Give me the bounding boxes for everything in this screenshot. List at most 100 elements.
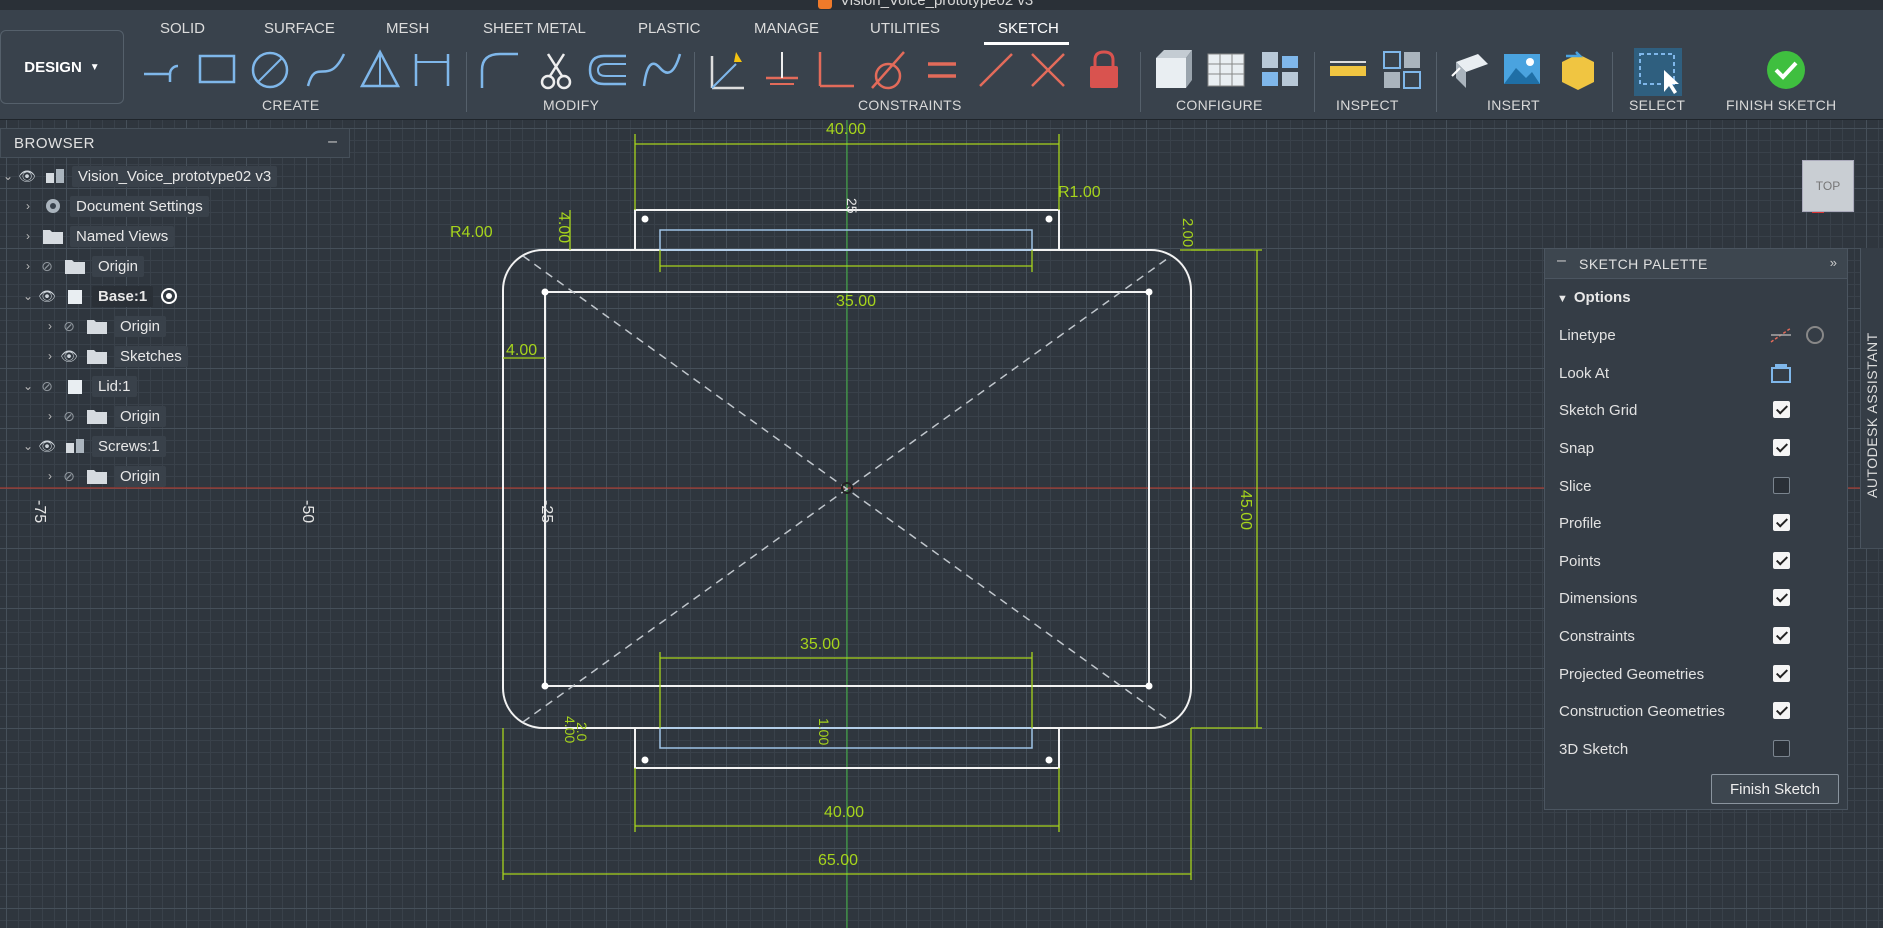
linetype-centerline-icon[interactable]	[1803, 324, 1827, 346]
configure-parameters-icon[interactable]	[1152, 48, 1196, 92]
dim-40-top[interactable]: 40.00	[826, 121, 866, 139]
tab-sketch[interactable]: SKETCH	[998, 20, 1059, 37]
offset-tool-icon[interactable]	[586, 48, 630, 92]
chevron-down-icon[interactable]: ⌄	[20, 289, 36, 303]
trim-tool-icon[interactable]	[534, 48, 578, 92]
measure-icon[interactable]	[1326, 48, 1370, 92]
tree-item-root[interactable]: ⌄ 👁 Vision_Voice_prototype02 v3	[0, 163, 278, 189]
hidden-eye-icon[interactable]: ⊘	[58, 468, 80, 485]
viewcube[interactable]: TOP	[1802, 160, 1854, 212]
sketch-point[interactable]	[1145, 682, 1153, 690]
autodesk-assistant-label[interactable]: AUTODESK ASSISTANT	[1864, 332, 1880, 498]
chevron-right-icon[interactable]: ›	[20, 229, 36, 243]
tab-mesh[interactable]: MESH	[386, 20, 429, 37]
chevron-right-icon[interactable]: ›	[20, 199, 36, 213]
equal-constraint-icon[interactable]	[920, 48, 964, 92]
option-constraints[interactable]: Constraints	[1559, 624, 1839, 648]
chevron-right-icon[interactable]: ›	[42, 469, 58, 483]
perpendicular-constraint-icon[interactable]	[814, 48, 858, 92]
expand-arrows-icon[interactable]: »	[1830, 255, 1837, 270]
dim-35-bottom[interactable]: 35.00	[800, 636, 840, 654]
hidden-eye-icon[interactable]: ⊘	[58, 318, 80, 335]
hidden-eye-icon[interactable]: ⊘	[58, 408, 80, 425]
profile-checkbox[interactable]	[1773, 514, 1790, 531]
insert-mesh-icon[interactable]	[1448, 48, 1492, 92]
visibility-eye-icon[interactable]: 👁	[36, 288, 58, 305]
tree-item-base[interactable]: ⌄ 👁 Base:1	[20, 283, 178, 309]
chevron-right-icon[interactable]: ›	[42, 349, 58, 363]
chevron-down-icon[interactable]: ⌄	[20, 379, 36, 393]
group-create[interactable]: CREATE	[262, 97, 320, 113]
dim-2-bottom[interactable]: 2.0	[574, 722, 590, 741]
sketch-point[interactable]	[541, 288, 549, 296]
snap-checkbox[interactable]	[1773, 439, 1790, 456]
chevron-down-icon[interactable]: ⌄	[20, 439, 36, 453]
coincident-constraint-icon[interactable]	[706, 48, 750, 92]
tab-sheet-metal[interactable]: SHEET METAL	[483, 20, 586, 37]
option-construction-geometries[interactable]: Construction Geometries	[1559, 699, 1839, 723]
tree-item-screws[interactable]: ⌄ 👁 Screws:1	[20, 433, 166, 459]
dim-1-bottom[interactable]: 1.00	[816, 718, 832, 745]
option-slice[interactable]: Slice	[1559, 474, 1839, 498]
insert-mcmaster-icon[interactable]	[1556, 48, 1600, 92]
visibility-eye-icon[interactable]: 👁	[36, 438, 58, 455]
dimensions-checkbox[interactable]	[1773, 589, 1790, 606]
tree-item-screws-origin[interactable]: › ⊘ Origin	[42, 463, 167, 489]
dim-4-left[interactable]: 4.00	[506, 342, 537, 360]
dim-45[interactable]: 45.00	[1236, 490, 1254, 530]
sketch-palette-header[interactable]: – SKETCH PALETTE »	[1545, 249, 1847, 279]
tree-item-origin[interactable]: › ⊘ Origin	[20, 253, 145, 279]
tree-item-lid[interactable]: ⌄ ⊘ Lid:1	[20, 373, 137, 399]
fillet-tool-icon[interactable]	[478, 48, 522, 92]
finish-sketch-button[interactable]: Finish Sketch	[1711, 774, 1839, 804]
minimize-icon[interactable]: –	[1557, 252, 1566, 270]
option-sketch-grid[interactable]: Sketch Grid	[1559, 398, 1839, 422]
horizontal-constraint-icon[interactable]	[760, 48, 804, 92]
tab-plastic[interactable]: PLASTIC	[638, 20, 701, 37]
tangent-constraint-icon[interactable]	[866, 48, 910, 92]
browser-panel-header[interactable]: BROWSER –	[0, 128, 350, 158]
tree-item-named-views[interactable]: › Named Views	[20, 223, 175, 249]
option-snap[interactable]: Snap	[1559, 436, 1839, 460]
dim-35-top[interactable]: 35.00	[836, 293, 876, 311]
projected-geometries-checkbox[interactable]	[1773, 665, 1790, 682]
chevron-right-icon[interactable]: ›	[42, 409, 58, 423]
points-checkbox[interactable]	[1773, 552, 1790, 569]
dim-2-right[interactable]: 2.00	[1179, 218, 1196, 247]
chevron-right-icon[interactable]: ›	[20, 259, 36, 273]
sketch-point[interactable]	[1045, 215, 1053, 223]
parallel-constraint-icon[interactable]	[974, 48, 1018, 92]
group-select[interactable]: SELECT	[1629, 97, 1685, 113]
option-dimensions[interactable]: Dimensions	[1559, 586, 1839, 610]
symmetry-constraint-icon[interactable]	[1026, 48, 1070, 92]
sketch-point[interactable]	[641, 215, 649, 223]
dimension-tool-icon[interactable]	[410, 48, 454, 92]
fix-lock-icon[interactable]	[1082, 48, 1126, 92]
constraints-checkbox[interactable]	[1773, 627, 1790, 644]
minimize-icon[interactable]: –	[328, 133, 337, 151]
rectangle-tool-icon[interactable]	[196, 48, 240, 92]
finish-sketch-check-icon[interactable]	[1764, 48, 1808, 92]
tab-solid[interactable]: SOLID	[160, 20, 205, 37]
curve-tool-icon[interactable]	[640, 48, 684, 92]
tab-utilities[interactable]: UTILITIES	[870, 20, 940, 37]
tree-item-base-origin[interactable]: › ⊘ Origin	[42, 313, 167, 339]
dim-65[interactable]: 65.00	[818, 852, 858, 870]
tree-item-document-settings[interactable]: › Document Settings	[20, 193, 209, 219]
sketch-point[interactable]	[1145, 288, 1153, 296]
inspect-analysis-icon[interactable]	[1380, 48, 1424, 92]
3d-sketch-checkbox[interactable]	[1773, 740, 1790, 757]
chevron-down-icon[interactable]: ⌄	[0, 169, 16, 183]
visibility-eye-icon[interactable]: 👁	[16, 168, 38, 185]
hidden-eye-icon[interactable]: ⊘	[36, 378, 58, 395]
insert-canvas-image-icon[interactable]	[1500, 48, 1544, 92]
sketch-point[interactable]	[641, 756, 649, 764]
spline-tool-icon[interactable]	[304, 48, 348, 92]
circle-tool-icon[interactable]	[248, 48, 292, 92]
hidden-eye-icon[interactable]: ⊘	[36, 258, 58, 275]
construction-geometries-checkbox[interactable]	[1773, 702, 1790, 719]
select-tool-icon[interactable]	[1634, 48, 1682, 96]
group-finish-sketch[interactable]: FINISH SKETCH	[1726, 97, 1836, 113]
slice-checkbox[interactable]	[1773, 477, 1790, 494]
visibility-eye-icon[interactable]: 👁	[58, 348, 80, 365]
